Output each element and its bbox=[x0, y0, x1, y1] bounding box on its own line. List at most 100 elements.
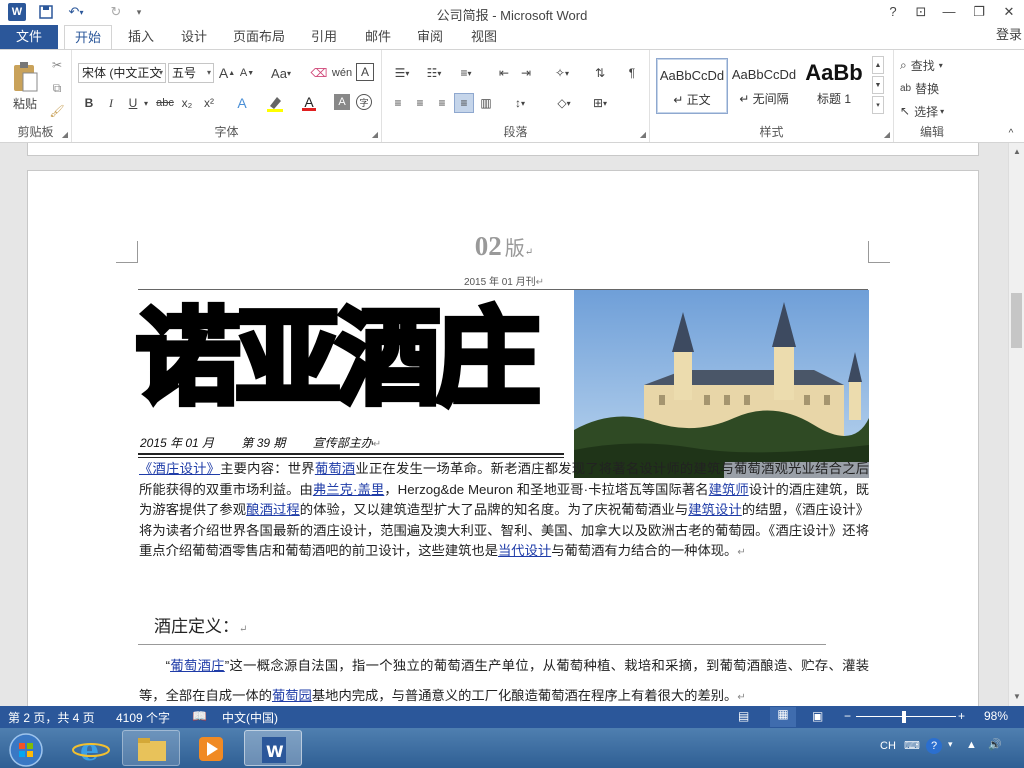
underline-button[interactable]: U bbox=[124, 93, 142, 113]
zoom-slider-thumb[interactable] bbox=[902, 711, 906, 723]
paste-button[interactable]: 粘贴 bbox=[6, 56, 44, 116]
font-launcher-icon[interactable]: ◢ bbox=[372, 130, 378, 139]
hyperlink[interactable]: 酿酒过程 bbox=[246, 502, 300, 517]
char-border-icon[interactable]: A bbox=[356, 63, 374, 81]
numbering-icon[interactable]: ☷ ▾ bbox=[420, 63, 448, 83]
tab-insert[interactable]: 插入 bbox=[118, 25, 164, 49]
font-name-dropdown[interactable]: 宋体 (中文正文 ▾ bbox=[78, 63, 166, 83]
scroll-up-icon[interactable]: ▲ bbox=[1009, 145, 1024, 159]
strikethrough-button[interactable]: abc bbox=[154, 93, 176, 113]
find-button[interactable]: ⌕ 查找 ▾ bbox=[900, 56, 964, 74]
replace-button[interactable]: ab 替换 bbox=[900, 79, 964, 97]
close-button[interactable]: ✕ bbox=[996, 3, 1022, 21]
subscript-button[interactable]: x₂ bbox=[178, 93, 196, 113]
hyperlink[interactable]: 葡萄园 bbox=[272, 688, 312, 703]
word-count[interactable]: 4109 个字 bbox=[116, 709, 170, 726]
cut-icon[interactable]: ✂ bbox=[48, 56, 66, 74]
page[interactable]: 02 版↵ 2015 年 01 月刊↵ 诺亚酒庄 2015 年 01 月 第 3… bbox=[27, 170, 979, 706]
login-link[interactable]: 登录 bbox=[996, 25, 1022, 45]
intro-paragraph[interactable]: 《酒庄设计》主要内容：世界葡萄酒业正在发生一场革命。新老酒庄都发现了将著名设计师… bbox=[139, 459, 869, 564]
style-heading-1[interactable]: AaBb 标题 1 bbox=[800, 58, 868, 114]
restore-button[interactable]: ❐ bbox=[966, 3, 992, 21]
language-indicator[interactable]: 中文(中国) bbox=[222, 709, 278, 726]
proofing-icon[interactable]: 📖 bbox=[192, 709, 207, 723]
styles-more-icon[interactable]: ▾ bbox=[872, 96, 884, 114]
highlight-color-icon[interactable] bbox=[262, 93, 288, 113]
hyperlink[interactable]: 建筑设计 bbox=[688, 502, 742, 517]
page-count[interactable]: 第 2 页，共 4 页 bbox=[8, 709, 95, 726]
underline-dropdown-icon[interactable]: ▾ bbox=[142, 93, 150, 113]
show-marks-icon[interactable]: ¶ bbox=[622, 63, 642, 83]
start-button[interactable] bbox=[0, 730, 54, 767]
styles-scroll-up-icon[interactable]: ▲ bbox=[872, 56, 884, 74]
web-layout-icon[interactable]: ▣ bbox=[812, 709, 823, 723]
notification-flag-icon[interactable]: ▲ bbox=[966, 739, 977, 751]
tab-design[interactable]: 设计 bbox=[172, 25, 216, 49]
asian-layout-icon[interactable]: ✧ ▾ bbox=[548, 63, 576, 83]
print-layout-icon[interactable]: ▦ bbox=[770, 707, 796, 727]
hyperlink[interactable]: 葡萄酒庄 bbox=[170, 658, 225, 673]
format-painter-icon[interactable]: 🖌 bbox=[48, 102, 66, 120]
minimize-button[interactable]: — bbox=[936, 3, 962, 21]
collapse-ribbon-icon[interactable]: ^ bbox=[1004, 126, 1018, 140]
vertical-scrollbar[interactable]: ▲ ▼ bbox=[1008, 143, 1024, 706]
distribute-icon[interactable]: ▥ bbox=[476, 93, 496, 113]
styles-launcher-icon[interactable]: ◢ bbox=[884, 130, 890, 139]
select-button[interactable]: ↖ 选择 ▾ bbox=[900, 102, 964, 120]
zoom-in-icon[interactable]: + bbox=[958, 709, 965, 723]
italic-button[interactable]: I bbox=[102, 93, 120, 113]
paragraph-launcher-icon[interactable]: ◢ bbox=[640, 130, 646, 139]
hyperlink[interactable]: 葡萄酒 bbox=[315, 461, 356, 476]
hyperlink[interactable]: 建筑师 bbox=[709, 482, 749, 497]
hyperlink[interactable]: 当代设计 bbox=[498, 543, 551, 558]
sort-icon[interactable]: ⇅ bbox=[590, 63, 610, 83]
volume-icon[interactable]: 🔊 bbox=[988, 738, 1002, 751]
text-effects-button[interactable]: A bbox=[232, 93, 252, 113]
read-mode-icon[interactable]: ▤ bbox=[738, 709, 749, 723]
taskbar-media-player[interactable] bbox=[182, 730, 240, 766]
help-tray-icon[interactable]: ? bbox=[926, 738, 942, 754]
taskbar-word[interactable]: W bbox=[244, 730, 302, 766]
tray-arrow-icon[interactable]: ▾ bbox=[948, 739, 953, 750]
tab-view[interactable]: 视图 bbox=[462, 25, 506, 49]
style-normal[interactable]: AaBbCcDd ↵ 正文 bbox=[656, 58, 728, 114]
enclose-char-icon[interactable]: 字 bbox=[356, 94, 372, 110]
change-case-button[interactable]: Aa ▾ bbox=[266, 63, 296, 83]
tab-references[interactable]: 引用 bbox=[302, 25, 346, 49]
align-right-icon[interactable]: ≡ bbox=[432, 93, 452, 113]
shrink-font-icon[interactable]: A ▼ bbox=[238, 63, 256, 83]
char-shading-icon[interactable]: A bbox=[334, 94, 350, 110]
ime-indicator[interactable]: CH bbox=[880, 740, 896, 752]
copy-icon[interactable]: ⧉ bbox=[48, 79, 66, 97]
hyperlink[interactable]: 《酒庄设计》 bbox=[139, 461, 220, 476]
grow-font-icon[interactable]: A ▲ bbox=[218, 63, 236, 83]
tab-file[interactable]: 文件 bbox=[0, 25, 58, 49]
taskbar-ie[interactable]: e bbox=[62, 730, 120, 768]
bold-button[interactable]: B bbox=[80, 93, 98, 113]
align-center-icon[interactable]: ≡ bbox=[410, 93, 430, 113]
pinyin-guide-icon[interactable]: wén bbox=[332, 63, 352, 83]
zoom-level[interactable]: 98% bbox=[984, 709, 1008, 723]
style-no-spacing[interactable]: AaBbCcDd ↵ 无间隔 bbox=[728, 58, 800, 114]
multilevel-list-icon[interactable]: ≡ ▾ bbox=[452, 63, 480, 83]
help-button[interactable]: ? bbox=[880, 3, 906, 21]
increase-indent-icon[interactable]: ⇥ bbox=[516, 63, 536, 83]
scroll-thumb[interactable] bbox=[1011, 293, 1022, 348]
scroll-down-icon[interactable]: ▼ bbox=[1009, 690, 1024, 704]
shading-icon[interactable]: ◇ ▾ bbox=[550, 93, 578, 113]
tab-mailings[interactable]: 邮件 bbox=[356, 25, 400, 49]
clipboard-launcher-icon[interactable]: ◢ bbox=[62, 130, 68, 139]
ribbon-display-icon[interactable]: ⊡ bbox=[908, 3, 934, 21]
tab-home[interactable]: 开始 bbox=[64, 25, 112, 50]
zoom-out-icon[interactable]: − bbox=[844, 709, 851, 723]
keyboard-icon[interactable]: ⌨ bbox=[904, 739, 920, 752]
font-size-dropdown[interactable]: 五号 ▾ bbox=[168, 63, 214, 83]
borders-icon[interactable]: ⊞ ▾ bbox=[586, 93, 614, 113]
zoom-slider[interactable] bbox=[856, 716, 956, 717]
hyperlink[interactable]: 弗兰克·盖里 bbox=[313, 482, 384, 497]
tab-review[interactable]: 审阅 bbox=[408, 25, 452, 49]
clear-format-icon[interactable]: ⌫ bbox=[310, 63, 328, 83]
styles-scroll-down-icon[interactable]: ▼ bbox=[872, 76, 884, 94]
justify-icon[interactable]: ≡ bbox=[454, 93, 474, 113]
bullets-icon[interactable]: ☰ ▾ bbox=[388, 63, 416, 83]
